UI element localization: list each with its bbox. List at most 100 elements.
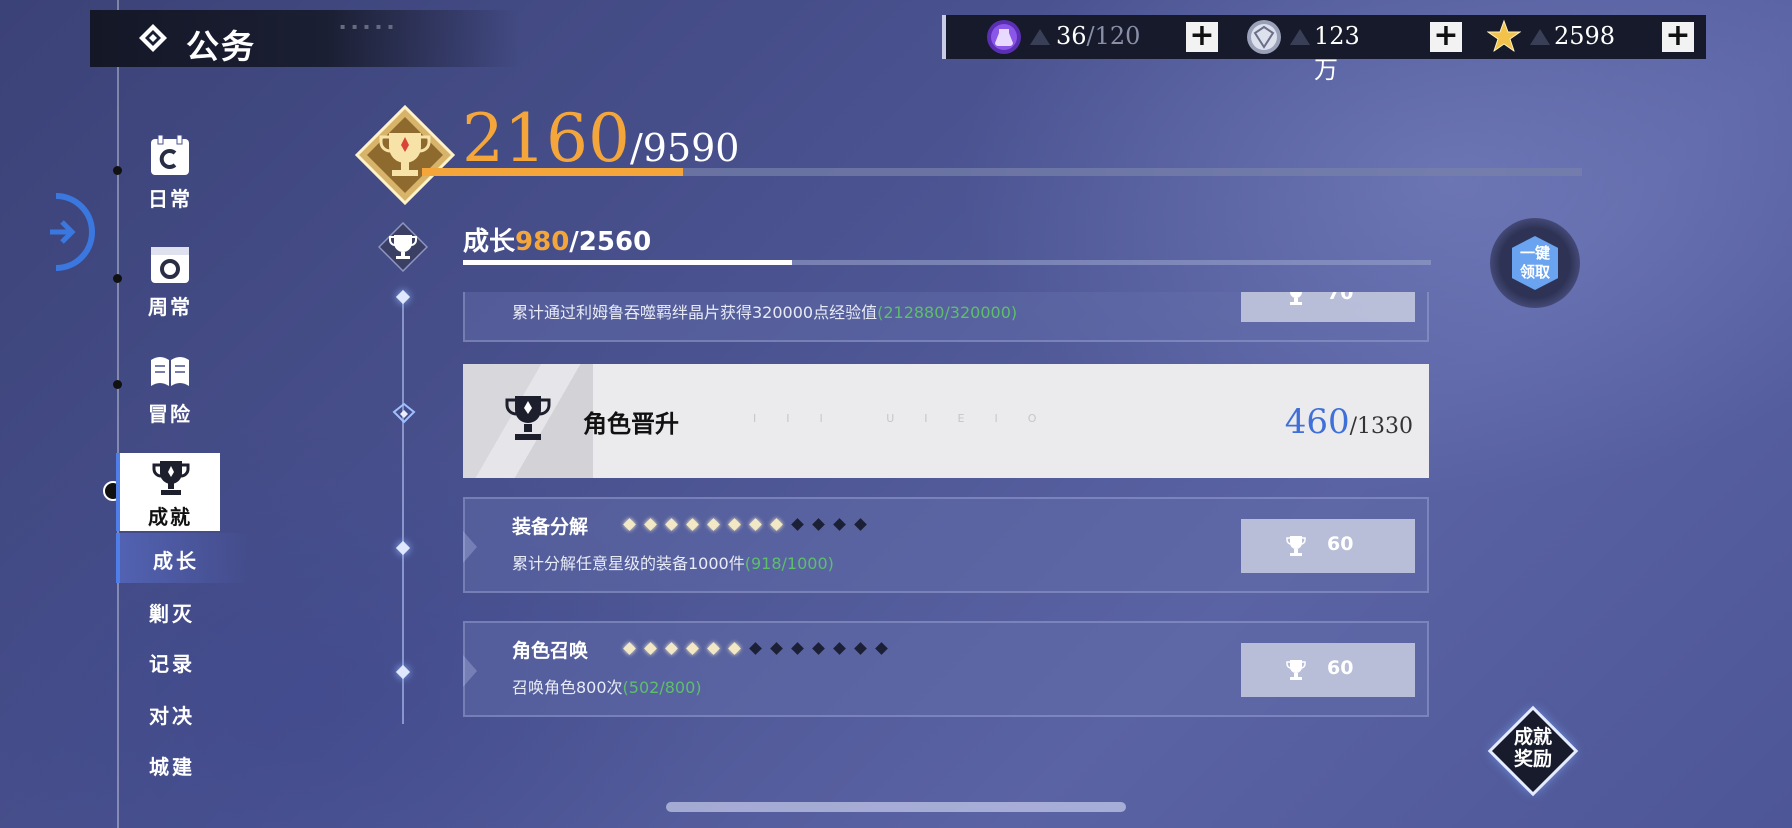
achievement-name: 角色召唤 xyxy=(512,640,589,662)
subnav-records[interactable]: 记录 xyxy=(116,636,246,686)
title-decoration: ▪ ▪ ▪ ▪ ▪ xyxy=(340,22,396,31)
tier-star-empty xyxy=(770,642,783,655)
tier-star-filled xyxy=(644,642,657,655)
silver-coin-icon xyxy=(1247,20,1281,54)
tier-star-filled xyxy=(728,518,741,531)
claim-all-button[interactable]: 一键 领取 xyxy=(1490,218,1580,308)
claim-all-label: 一键 领取 xyxy=(1519,244,1550,281)
tier-star-filled xyxy=(728,642,741,655)
add-silver-button[interactable]: + xyxy=(1430,21,1462,52)
tier-star-empty xyxy=(812,642,825,655)
reward-button[interactable]: 60 xyxy=(1241,643,1415,697)
total-achievement-score: 2160/9590 xyxy=(462,100,739,177)
page-header: 公务 ▪ ▪ ▪ ▪ ▪ xyxy=(90,10,520,67)
list-timeline xyxy=(402,292,404,724)
tier-star-empty xyxy=(812,518,825,531)
tier-star-filled xyxy=(707,642,720,655)
tier-star-filled xyxy=(770,518,783,531)
tier-star-filled xyxy=(686,518,699,531)
category-score: 460/1330 xyxy=(1284,402,1413,442)
page-title: 公务 xyxy=(186,27,256,66)
home-indicator[interactable] xyxy=(666,802,1126,812)
card-chevron xyxy=(463,531,477,563)
total-max: /9590 xyxy=(629,126,740,170)
open-book-icon xyxy=(151,357,189,386)
reward-button[interactable]: 60 xyxy=(1241,519,1415,573)
subnav-city[interactable]: 城建 xyxy=(116,739,246,789)
achievement-desc: 召唤角色800次(502/800) xyxy=(512,678,702,697)
tier-star-filled xyxy=(623,518,636,531)
nav-dot xyxy=(113,274,122,283)
trophy-badge-icon xyxy=(378,222,428,272)
achievement-desc: 累计通过利姆鲁吞噬羁绊晶片获得320000点经验值(212880/320000) xyxy=(512,303,1018,322)
tier-star-empty xyxy=(791,518,804,531)
achievement-name: 装备分解 xyxy=(512,516,589,538)
nav-adventure[interactable]: 冒险 xyxy=(140,350,200,427)
trophy-icon xyxy=(152,461,190,495)
timeline-chevron-icon xyxy=(392,402,416,424)
calendar-daily-icon xyxy=(151,134,189,175)
growth-progress-fill xyxy=(463,260,793,265)
star-value: 2598 xyxy=(1554,22,1616,50)
tier-star-empty xyxy=(833,642,846,655)
subnav-suppress[interactable]: 剿灭 xyxy=(116,586,246,636)
stamina-value: 36/120 xyxy=(1056,22,1141,50)
tier-star-empty xyxy=(854,642,867,655)
trophy-icon xyxy=(1286,660,1306,680)
achievement-reward-label: 成就 奖励 xyxy=(1513,726,1552,770)
growth-progress-bar xyxy=(463,260,1431,265)
nav-weekly-label: 周常 xyxy=(148,295,192,319)
achievement-reward-button[interactable]: 成就 奖励 xyxy=(1490,708,1576,794)
reward-value: 60 xyxy=(1327,533,1354,555)
tier-star-empty xyxy=(749,642,762,655)
achievement-card: 角色召唤 召唤角色800次(502/800) 60 xyxy=(463,621,1429,717)
tier-star-empty xyxy=(875,642,888,655)
tier-star-filled xyxy=(665,642,678,655)
nav-adventure-label: 冒险 xyxy=(148,402,192,426)
expand-arrow-icon[interactable] xyxy=(50,192,96,272)
subnav-duel[interactable]: 对决 xyxy=(116,688,246,738)
trophy-icon xyxy=(1286,536,1306,556)
gold-trophy-badge-icon xyxy=(355,105,455,205)
category-card-role-promotion[interactable]: 角色晋升 III UIEIO 460/1330 xyxy=(463,364,1429,478)
subnav-growth[interactable]: 成长 xyxy=(116,533,250,583)
category-name: 角色晋升 xyxy=(583,410,679,438)
timeline-node xyxy=(395,664,411,680)
reward-value: 70 xyxy=(1327,292,1354,304)
tier-star-empty xyxy=(833,518,846,531)
timeline-node xyxy=(395,289,411,305)
trophy-icon xyxy=(505,396,551,440)
reward-button[interactable]: 70 xyxy=(1241,292,1415,322)
stamina-potion-icon xyxy=(987,20,1021,54)
tier-star-filled xyxy=(686,642,699,655)
diamond-logo-icon xyxy=(139,24,167,52)
star-gem-icon xyxy=(1486,19,1522,53)
nav-dot xyxy=(113,380,122,389)
tier-star-filled xyxy=(707,518,720,531)
nav-achievement[interactable]: 成就 xyxy=(116,453,220,531)
tier-star-empty xyxy=(854,518,867,531)
growth-score: 成长980/2560 xyxy=(463,227,652,257)
achievement-desc: 累计分解任意星级的装备1000件(918/1000) xyxy=(512,554,834,573)
tier-star-filled xyxy=(623,642,636,655)
nav-achievement-label: 成就 xyxy=(148,505,192,529)
add-stamina-button[interactable]: + xyxy=(1186,21,1218,52)
timeline-node xyxy=(395,540,411,556)
card-decoration: III UIEIO xyxy=(753,412,1067,425)
tier-star-filled xyxy=(665,518,678,531)
total-progress-bar xyxy=(422,168,1582,176)
nav-daily[interactable]: 日常 xyxy=(140,134,200,212)
add-star-button[interactable]: + xyxy=(1662,21,1694,52)
currency-bar: 36/120 + 123万 + 2598 + xyxy=(942,15,1706,84)
tier-star-empty xyxy=(791,642,804,655)
achievement-tier-stars xyxy=(623,514,877,533)
total-current: 2160 xyxy=(462,100,630,177)
card-chevron xyxy=(463,655,477,687)
tier-star-filled xyxy=(749,518,762,531)
silver-value: 123万 xyxy=(1314,22,1360,84)
nav-weekly[interactable]: 周常 xyxy=(140,243,200,320)
nav-daily-label: 日常 xyxy=(148,187,192,211)
trophy-icon xyxy=(1290,292,1302,305)
achievement-card: 累计通过利姆鲁吞噬羁绊晶片获得320000点经验值(212880/320000)… xyxy=(463,292,1429,342)
achievement-card: 装备分解 累计分解任意星级的装备1000件(918/1000) 60 xyxy=(463,497,1429,593)
